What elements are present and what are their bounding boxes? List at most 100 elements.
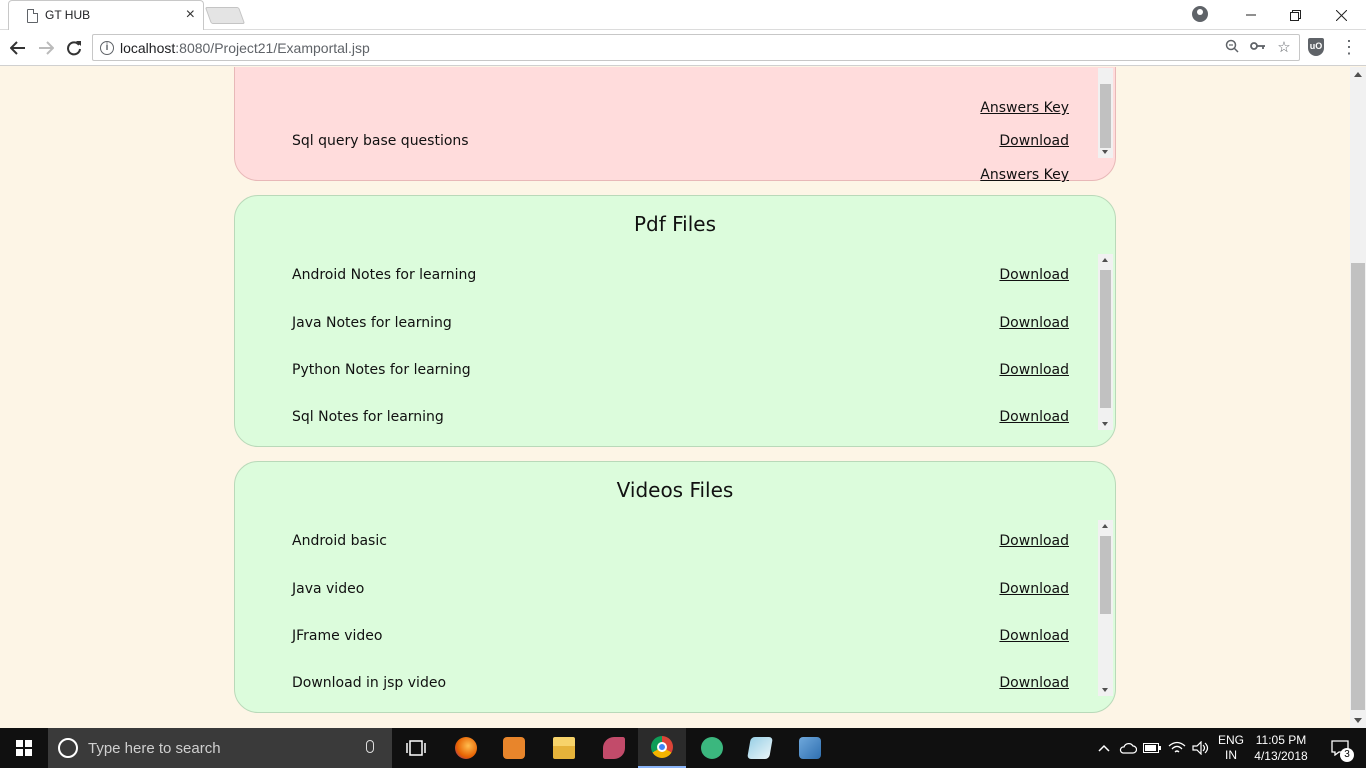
volume-status[interactable] [1190,728,1212,768]
show-hidden-icons[interactable] [1096,728,1112,768]
download-link[interactable]: Download [999,267,1069,283]
info-icon[interactable]: i [100,41,114,55]
profile-icon[interactable] [1192,6,1208,22]
star-icon[interactable]: ☆ [1275,39,1293,57]
url-text[interactable]: localhost:8080/Project21/Examportal.jsp [120,40,370,56]
restore-button[interactable] [1272,0,1318,30]
reload-icon [67,41,81,56]
windows-logo-icon [16,740,32,756]
virtualbox-app[interactable] [786,728,834,768]
minimize-button[interactable] [1228,0,1274,30]
scroll-up-icon[interactable] [1102,258,1108,262]
microphone-icon[interactable] [366,740,374,753]
download-link[interactable]: Download [999,315,1069,331]
tab-title: GT HUB [45,8,91,22]
page-icon [27,9,38,23]
firefox-app[interactable] [442,728,490,768]
scrollbar-thumb[interactable] [1100,270,1111,408]
firefox-icon [455,737,477,759]
taskbar-search[interactable]: Type here to search [48,728,392,768]
folder-icon [553,737,575,759]
input-language[interactable]: ENG IN [1214,728,1248,768]
forward-button[interactable] [34,36,58,60]
notes-app[interactable] [736,728,784,768]
download-link[interactable]: Download [999,362,1069,378]
scrollbar-thumb[interactable] [1100,536,1111,614]
wifi-status[interactable] [1166,728,1188,768]
snipping-tool-app[interactable] [590,728,638,768]
videos-files-section: Videos Files Android basic Download Java… [234,461,1116,713]
section-scrollbar[interactable] [1098,68,1113,158]
address-bar[interactable]: i localhost:8080/Project21/Examportal.js… [92,34,1300,61]
cloud-icon [1119,743,1137,754]
atom-app[interactable] [688,728,736,768]
start-button[interactable] [0,728,48,768]
clock-date: 4/13/2018 [1254,749,1308,763]
forward-arrow-icon [39,41,54,55]
battery-icon [1143,743,1161,753]
sql-query-section: Answers Key Sql query base questions Dow… [234,67,1116,183]
wifi-icon [1168,741,1186,753]
list-item-label: Python Notes for learning [292,362,471,378]
browser-tab[interactable]: GT HUB × [8,0,204,30]
language-code: ENG [1217,733,1244,747]
back-arrow-icon [10,41,25,55]
download-link[interactable]: Download [999,581,1069,597]
scroll-down-icon[interactable] [1102,688,1108,692]
close-tab-icon[interactable]: × [186,5,195,25]
download-link[interactable]: Download [999,133,1069,149]
page-viewport: Answers Key Sql query base questions Dow… [0,67,1350,728]
answers-key-link[interactable]: Answers Key [980,167,1069,183]
section-title: Pdf Files [633,212,717,236]
list-item-label: Sql query base questions [292,133,469,149]
ublock-extension-icon[interactable]: uO [1308,38,1324,56]
cortana-icon [58,738,78,758]
list-item-label: Sql Notes for learning [292,409,444,425]
clock[interactable]: 11:05 PM 4/13/2018 [1248,728,1314,768]
scroll-up-icon[interactable] [1354,72,1362,77]
scroll-up-icon[interactable] [1102,524,1108,528]
scrollbar-thumb[interactable] [1100,84,1111,148]
back-button[interactable] [6,36,30,60]
section-scrollbar[interactable] [1098,520,1113,696]
download-link[interactable]: Download [999,628,1069,644]
scroll-down-icon[interactable] [1354,718,1362,723]
region-code: IN [1225,748,1237,762]
close-icon [1335,9,1347,21]
action-center-button[interactable]: 3 [1318,728,1362,768]
pdf-files-section: Pdf Files Android Notes for learning Dow… [234,195,1116,447]
battery-status[interactable] [1142,728,1162,768]
taskbar: Type here to search ENG IN 11:05 PM 4/13… [0,728,1366,768]
list-item-label: Android basic [292,533,387,549]
list-item-label: Download in jsp video [292,675,447,691]
notepad-icon [747,737,773,759]
chrome-app[interactable] [638,728,686,768]
video-player-icon [503,737,525,759]
page-scrollbar[interactable] [1350,67,1366,728]
reload-button[interactable] [62,36,86,60]
download-link[interactable]: Download [999,409,1069,425]
minimize-icon [1246,14,1256,16]
answers-key-link[interactable]: Answers Key [980,100,1069,116]
section-scrollbar[interactable] [1098,254,1113,430]
more-menu-icon[interactable]: ⋮ [1340,37,1358,59]
page-scrollbar-thumb[interactable] [1351,263,1365,710]
new-tab-button[interactable] [204,7,246,24]
speaker-icon [1192,741,1209,755]
download-link[interactable]: Download [999,675,1069,691]
search-placeholder: Type here to search [88,740,221,757]
scroll-down-icon[interactable] [1102,422,1108,426]
browser-toolbar: i localhost:8080/Project21/Examportal.js… [0,30,1366,66]
task-view-button[interactable] [392,728,440,768]
close-window-button[interactable] [1318,0,1364,30]
scroll-down-icon[interactable] [1102,150,1108,154]
list-item-label: Java video [292,581,365,597]
download-link[interactable]: Download [999,533,1069,549]
list-item-label: Java Notes for learning [292,315,452,331]
key-icon[interactable] [1249,39,1267,57]
zoom-icon[interactable] [1223,39,1241,57]
onedrive-status[interactable] [1118,728,1138,768]
media-app[interactable] [490,728,538,768]
file-explorer-app[interactable] [540,728,588,768]
notification-count-badge: 3 [1340,748,1354,762]
